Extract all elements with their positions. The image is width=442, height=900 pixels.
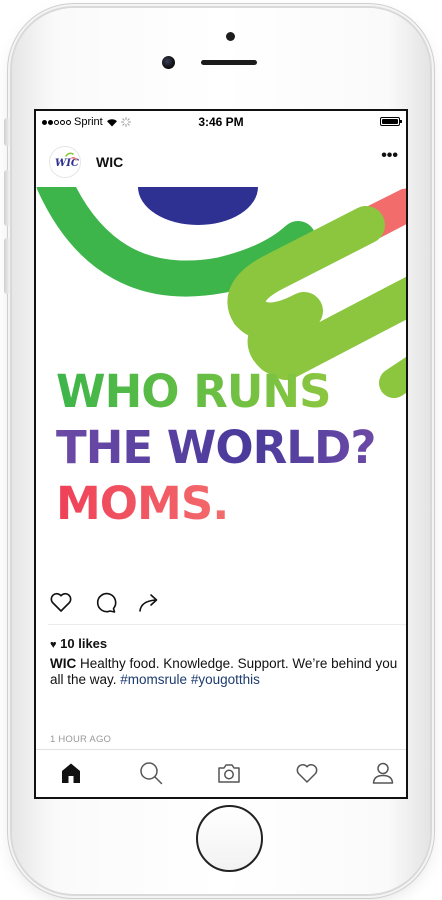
search-icon[interactable] (138, 760, 164, 786)
navy-shape (138, 187, 258, 225)
phone-mockup: Sprint 3:46 PM WIC WIC ••• WHO RUNS THE … (0, 0, 442, 900)
more-options-button[interactable]: ••• (381, 148, 398, 164)
status-time: 3:46 PM (198, 115, 244, 129)
likes-heart-icon: ♥ (50, 639, 57, 651)
status-bar: Sprint 3:46 PM (36, 111, 406, 133)
post-timestamp: 1 HOUR AGO (50, 734, 112, 745)
heart-icon[interactable] (48, 589, 74, 615)
camera-icon[interactable] (216, 760, 242, 786)
comment-icon[interactable] (92, 589, 118, 615)
battery-icon (380, 117, 402, 126)
post-caption: WIC Healthy food. Knowledge. Support. We… (50, 656, 400, 688)
headline-line-2: THE WORLD? (56, 425, 376, 470)
likes-count[interactable]: ♥ 10 likes (50, 636, 107, 651)
lime-bar (379, 356, 406, 398)
actions-divider (48, 624, 406, 625)
proximity-sensor (226, 32, 235, 41)
headline-line-3-text: MOMS. (56, 477, 229, 530)
profile-icon[interactable] (370, 760, 396, 786)
front-camera (162, 56, 175, 69)
headline-line-2-text: THE WORLD? (56, 421, 376, 474)
bottom-tab-bar (36, 749, 406, 797)
post-actions (36, 581, 406, 617)
home-button[interactable] (196, 805, 263, 872)
headline-line-1: WHO RUNS (56, 369, 331, 414)
earpiece-speaker (201, 60, 257, 65)
volume-down-button (4, 238, 10, 294)
phone-screen: Sprint 3:46 PM WIC WIC ••• WHO RUNS THE … (34, 109, 408, 799)
activity-heart-icon[interactable] (294, 760, 320, 786)
caption-author[interactable]: WIC (50, 656, 76, 671)
hashtag-momsrule[interactable]: #momsrule (120, 672, 187, 687)
post-image[interactable]: WHO RUNS THE WORLD? MOMS. (36, 187, 406, 577)
post-username[interactable]: WIC (96, 154, 123, 170)
share-icon[interactable] (136, 589, 162, 615)
hashtag-yougotthis[interactable]: #yougotthis (191, 672, 260, 687)
avatar[interactable]: WIC (49, 146, 81, 178)
likes-label: 10 likes (60, 636, 108, 651)
headline-line-1-text: WHO RUNS (56, 365, 331, 418)
volume-up-button (4, 170, 10, 226)
wic-logo: WIC (55, 152, 79, 169)
mute-switch (4, 118, 10, 146)
post-header: WIC WIC ••• (36, 133, 406, 187)
headline-line-3: MOMS. (56, 481, 229, 526)
home-icon[interactable] (58, 760, 84, 786)
